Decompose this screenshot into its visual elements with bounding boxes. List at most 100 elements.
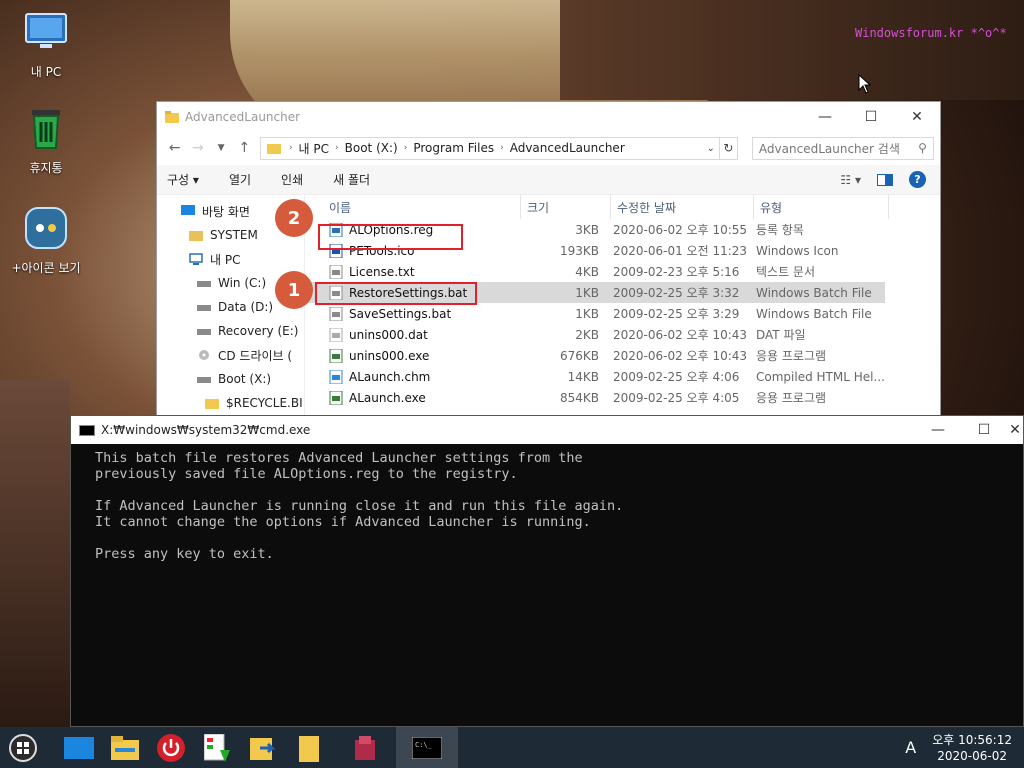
file-size: 4KB	[575, 264, 599, 279]
taskbar-folder[interactable]	[286, 727, 332, 768]
breadcrumb-my-pc[interactable]: 내 PC	[299, 140, 329, 157]
nav-item-cd-drive[interactable]: CD 드라이브 (	[157, 343, 304, 367]
folder-icon	[266, 144, 281, 154]
column-date[interactable]: 수정한 날짜	[611, 195, 754, 219]
desktop-icon-label: 내 PC	[30, 65, 62, 79]
watermark: Windowsforum.kr *^o^*	[855, 26, 1007, 40]
start-button[interactable]	[0, 727, 46, 768]
refresh-icon[interactable]: ↻	[719, 136, 738, 160]
open-button[interactable]: 열기	[229, 171, 251, 188]
wallpaper-side	[0, 380, 70, 730]
console-output[interactable]: This batch file restores Advanced Launch…	[71, 444, 1023, 568]
column-name[interactable]: 이름	[305, 195, 521, 219]
clock[interactable]: 오후 10:56:12 2020-06-02	[932, 732, 1012, 764]
folder-icon	[299, 735, 319, 762]
chevron-right-icon: ›	[288, 143, 293, 153]
highlight-box-aloptions	[318, 224, 463, 250]
chevron-right-icon: ›	[403, 143, 408, 153]
explorer-window[interactable]: AdvancedLauncher — ☐ ✕ ← → ▼ ↑ › 내 PC › …	[156, 101, 941, 421]
file-name: License.txt	[349, 264, 415, 279]
nav-item-boot-x[interactable]: Boot (X:)	[157, 367, 304, 391]
breadcrumb-boot[interactable]: Boot (X:)	[345, 141, 398, 155]
minimize-button[interactable]: —	[915, 416, 961, 445]
drive-icon	[197, 329, 211, 335]
close-button[interactable]: ✕	[1007, 416, 1023, 445]
file-name: SaveSettings.bat	[349, 306, 452, 321]
file-name: unins000.exe	[349, 348, 430, 363]
column-header-row: 이름 크기 수정한 날짜 유형	[305, 195, 940, 219]
up-arrow-icon[interactable]: ↑	[233, 140, 256, 156]
desktop-icon	[64, 736, 94, 759]
wallpaper-shadow	[560, 0, 1024, 100]
desktop-icon	[181, 205, 195, 215]
close-button[interactable]: ✕	[894, 102, 940, 131]
nav-item-label: 내 PC	[210, 252, 241, 267]
search-input[interactable]: AdvancedLauncher 검색 ⚲	[751, 136, 934, 160]
file-date: 2020-06-01 오전 11:23	[613, 244, 748, 258]
file-name: ALaunch.chm	[349, 369, 431, 384]
desktop-icon-show-icons[interactable]: +아이콘 보기	[6, 204, 86, 276]
file-row[interactable]: unins000.dat 2KB 2020-06-02 오후 10:43 DAT 파일	[305, 324, 940, 345]
file-row[interactable]: ALaunch.exe 854KB 2009-02-25 오후 4:05 응용 프로그…	[305, 387, 940, 408]
maximize-button[interactable]: ☐	[848, 102, 894, 131]
nav-item-recycle-folder[interactable]: $RECYCLE.BI	[157, 391, 304, 415]
maximize-button[interactable]: ☐	[961, 416, 1007, 445]
file-date: 2009-02-25 오후 3:32	[613, 286, 740, 300]
breadcrumb-program-files[interactable]: Program Files	[413, 141, 494, 155]
desktop-icon-my-pc[interactable]: 내 PC	[6, 8, 86, 80]
windows-logo-icon	[9, 733, 37, 762]
new-folder-button[interactable]: 새 폴더	[333, 171, 370, 188]
taskbar-app-installer[interactable]	[194, 727, 240, 768]
organize-button[interactable]: 구성 ▾	[167, 171, 199, 188]
file-type: Compiled HTML Hel...	[756, 369, 885, 384]
file-row[interactable]: SaveSettings.bat 1KB 2009-02-25 오후 3:29 Win…	[305, 303, 940, 324]
nav-item-label: Data (D:)	[218, 300, 274, 314]
taskbar-desktop[interactable]	[56, 727, 102, 768]
address-bar[interactable]: › 내 PC › Boot (X:) › Program Files › Adv…	[259, 136, 720, 160]
organize-label: 구성	[167, 173, 190, 187]
file-size: 2KB	[575, 327, 599, 342]
cmd-window[interactable]: X:₩windows₩system32₩cmd.exe — ☐ ✕ This b…	[70, 415, 1024, 727]
user-folder-icon	[189, 231, 203, 241]
print-button[interactable]: 인쇄	[281, 171, 303, 188]
forward-arrow-icon[interactable]: →	[186, 140, 209, 156]
taskbar: C:\_ A 오후 10:56:12 2020-06-02	[0, 727, 1024, 768]
taskbar-explorer[interactable]	[102, 727, 148, 768]
nav-item-label: $RECYCLE.BI	[226, 396, 303, 410]
help-icon[interactable]: ?	[909, 171, 926, 188]
desktop-icon-label: 휴지통	[29, 161, 63, 175]
file-type: 텍스트 문서	[756, 265, 816, 279]
preview-pane-icon[interactable]	[877, 173, 893, 186]
file-row[interactable]: ALaunch.chm 14KB 2009-02-25 오후 4:06 Compile…	[305, 366, 940, 387]
taskbar-archive[interactable]	[342, 727, 388, 768]
nav-item-label: 바탕 화면	[202, 204, 250, 219]
minimize-button[interactable]: —	[802, 102, 848, 131]
chevron-down-icon[interactable]: ⌄	[707, 143, 715, 154]
breadcrumb-advancedlauncher[interactable]: AdvancedLauncher	[510, 141, 625, 155]
file-row[interactable]: License.txt 4KB 2009-02-23 오후 5:16 텍스트 문서	[305, 261, 940, 282]
column-type[interactable]: 유형	[754, 195, 889, 219]
nav-item-recovery-e[interactable]: Recovery (E:)	[157, 319, 304, 343]
cmd-titlebar[interactable]: X:₩windows₩system32₩cmd.exe — ☐ ✕	[71, 416, 1023, 444]
explorer-titlebar[interactable]: AdvancedLauncher — ☐ ✕	[157, 102, 940, 131]
view-options-icon[interactable]: ☷ ▾	[840, 173, 861, 187]
taskbar-power[interactable]	[148, 727, 194, 768]
monitor-icon	[25, 13, 67, 48]
nav-item-my-pc[interactable]: 내 PC	[157, 247, 304, 271]
file-date: 2020-06-02 오후 10:43	[613, 349, 748, 363]
clock-time: 오후 10:56:12	[932, 732, 1012, 747]
folder-icon	[205, 399, 219, 409]
taskbar-cmd[interactable]: C:\_	[396, 727, 458, 768]
recent-dropdown-icon[interactable]: ▼	[209, 143, 232, 153]
cmd-icon	[79, 424, 95, 436]
chevron-right-icon: ›	[335, 143, 339, 153]
installer-icon	[204, 733, 230, 762]
taskbar-shortcut[interactable]	[240, 727, 286, 768]
column-size[interactable]: 크기	[521, 195, 611, 219]
desktop-icon-recycle-bin[interactable]: 휴지통	[6, 104, 86, 176]
ime-indicator[interactable]: A	[905, 738, 916, 757]
exe-file-icon	[329, 390, 343, 405]
back-arrow-icon[interactable]: ←	[163, 140, 186, 156]
file-row[interactable]: unins000.exe 676KB 2020-06-02 오후 10:43 응용 프…	[305, 345, 940, 366]
exe-file-icon	[329, 348, 343, 363]
